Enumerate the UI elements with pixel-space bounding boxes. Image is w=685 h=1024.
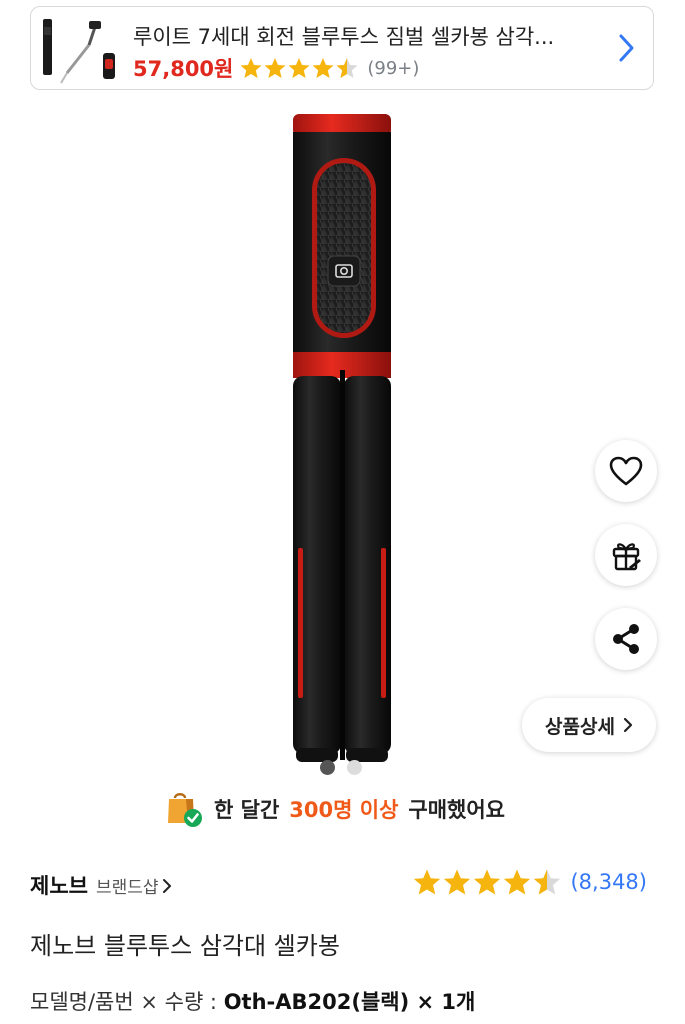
product-detail-label: 상품상세 bbox=[545, 715, 615, 738]
heart-icon bbox=[609, 456, 643, 486]
recommended-rating-stars bbox=[239, 57, 359, 79]
chevron-right-icon[interactable] bbox=[617, 33, 635, 63]
recommended-product-title: 루이트 7세대 회전 블루투스 짐벌 셀카봉 삼각... bbox=[133, 25, 555, 49]
purchase-notice: 한 달간 300명 이상 구매했어요 bbox=[166, 790, 505, 828]
product-rating-stars bbox=[412, 868, 562, 896]
brand-name[interactable]: 제노브 bbox=[30, 870, 88, 900]
share-button[interactable] bbox=[595, 608, 657, 670]
recommended-review-count: (99+) bbox=[367, 57, 420, 79]
half-star-icon bbox=[336, 58, 358, 78]
purchase-notice-prefix: 한 달간 bbox=[214, 798, 280, 822]
wishlist-button[interactable] bbox=[595, 440, 657, 502]
pager-dot-active[interactable] bbox=[320, 760, 335, 775]
purchase-notice-suffix: 구매했어요 bbox=[408, 798, 505, 822]
brand-shop-link[interactable]: 브랜드샵 bbox=[96, 873, 172, 898]
option-row: 모델명/품번 × 수량 : Oth-AB202(블랙) × 1개 bbox=[30, 986, 475, 1016]
star-icon bbox=[264, 58, 286, 78]
shopping-bag-icon bbox=[168, 793, 202, 827]
option-value: Oth-AB202(블랙) × 1개 bbox=[223, 990, 476, 1014]
gift-button[interactable] bbox=[595, 524, 657, 586]
chevron-right-icon bbox=[162, 878, 171, 893]
chevron-right-icon bbox=[623, 717, 633, 733]
star-icon bbox=[288, 58, 310, 78]
star-icon bbox=[240, 58, 262, 78]
product-main-image[interactable] bbox=[280, 108, 410, 768]
purchase-notice-highlight: 300명 이상 bbox=[289, 798, 399, 822]
gift-icon bbox=[612, 543, 641, 571]
star-icon bbox=[414, 869, 441, 895]
product-title: 제노브 블루투스 삼각대 셀카봉 bbox=[30, 932, 340, 960]
share-icon bbox=[613, 624, 639, 654]
star-icon bbox=[444, 869, 471, 895]
brand-shop-label: 브랜드샵 bbox=[95, 878, 159, 898]
recommended-product-price: 57,800원 bbox=[133, 57, 234, 81]
half-star-icon bbox=[534, 869, 561, 895]
recommended-product-thumbnail bbox=[43, 19, 115, 84]
brand-row: 제노브 브랜드샵 bbox=[30, 870, 172, 900]
pager-dot[interactable] bbox=[347, 760, 362, 775]
image-pager[interactable] bbox=[320, 760, 362, 775]
product-detail-button[interactable]: 상품상세 bbox=[522, 698, 656, 752]
star-icon bbox=[474, 869, 501, 895]
product-rating[interactable]: (8,348) bbox=[412, 868, 647, 896]
star-icon bbox=[504, 869, 531, 895]
product-review-count[interactable]: (8,348) bbox=[570, 870, 647, 894]
option-label: 모델명/품번 × 수량 : bbox=[30, 990, 218, 1014]
recommended-product-card[interactable]: 루이트 7세대 회전 블루투스 짐벌 셀카봉 삼각... 57,800원 (99… bbox=[30, 6, 654, 90]
star-icon bbox=[312, 58, 334, 78]
